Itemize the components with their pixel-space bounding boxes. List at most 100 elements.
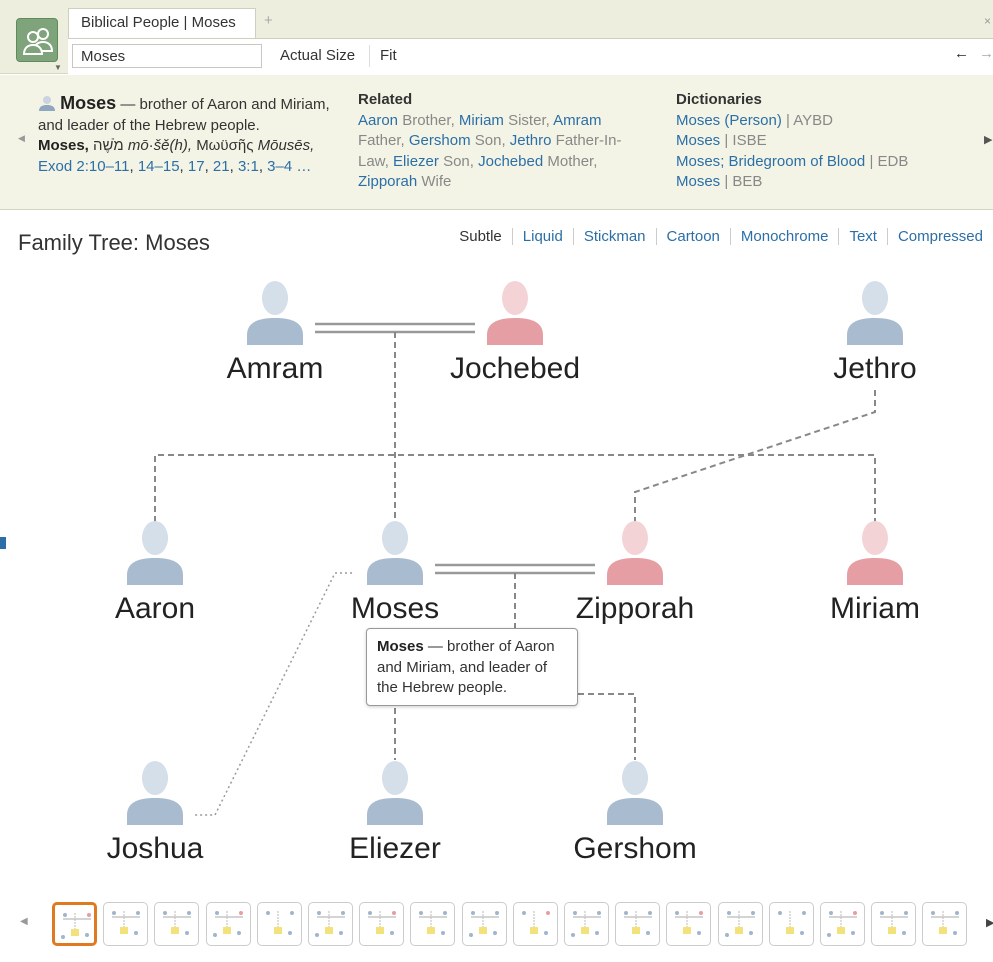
person-aaron[interactable]: Aaron	[115, 521, 195, 625]
related-link[interactable]: Miriam	[459, 112, 504, 129]
forward-arrow-icon[interactable]: →	[979, 45, 993, 62]
dictionary-link[interactable]: Moses	[676, 153, 720, 170]
info-prev-icon[interactable]: ◀	[18, 133, 25, 144]
family-tree-thumbnail[interactable]	[871, 902, 917, 946]
person-jethro[interactable]: Jethro	[833, 281, 917, 385]
close-tab-icon[interactable]: ×	[984, 14, 991, 28]
tab-title: Biblical People | Moses	[81, 14, 236, 31]
person-name: Gershom	[573, 832, 696, 865]
dictionary-source: EDB	[877, 152, 909, 170]
scripture-ref[interactable]: 14–15	[138, 158, 180, 175]
person-name: Eliezer	[349, 832, 441, 865]
person-gershom[interactable]: Gershom	[573, 761, 697, 865]
family-tree-thumbnail[interactable]	[154, 902, 200, 946]
family-tree-thumbnail[interactable]	[512, 902, 558, 946]
dictionary-link[interactable]: Bridegroom of Blood	[729, 153, 866, 170]
fit-button[interactable]: Fit	[380, 47, 397, 64]
person-name: Jochebed	[450, 352, 580, 385]
thumbnail-preview-icon	[571, 911, 601, 937]
male-person-icon	[367, 761, 423, 825]
related-section: Related Aaron Brother, Miriam Sister, Am…	[358, 90, 648, 193]
family-tree-thumbnail[interactable]	[666, 902, 712, 946]
person-miriam[interactable]: Miriam	[830, 521, 920, 625]
new-tab-button[interactable]: +	[264, 12, 273, 29]
info-next-icon[interactable]: ▶	[984, 133, 992, 146]
related-link[interactable]: Gershom	[409, 132, 471, 149]
person-amram[interactable]: Amram	[227, 281, 324, 385]
scripture-ref[interactable]: 3:1	[238, 158, 259, 175]
thumbnail-preview-icon	[61, 913, 91, 939]
family-tree-thumbnail[interactable]	[103, 902, 149, 946]
person-icon	[39, 96, 55, 111]
person-name: Jethro	[833, 352, 916, 385]
search-input[interactable]	[72, 44, 262, 68]
related-link[interactable]: Jethro	[510, 132, 552, 149]
male-person-icon	[367, 521, 423, 585]
hebrew-name: מֹשֶׁה	[93, 137, 124, 154]
related-relation: Mother	[547, 152, 594, 170]
related-link[interactable]: Aaron	[358, 112, 398, 129]
thumbnail-preview-icon	[777, 911, 806, 935]
greek-transliteration: Mōusēs,	[257, 137, 315, 154]
tree-connectors	[154, 322, 876, 816]
back-arrow-icon[interactable]: ←	[954, 45, 969, 62]
family-tree-thumbnail[interactable]	[461, 902, 507, 946]
scripture-book[interactable]: Exod	[38, 158, 72, 175]
summary-moses-label: Moses,	[38, 137, 89, 154]
family-tree-thumbnail[interactable]	[564, 902, 609, 946]
family-tree-thumbnail[interactable]	[359, 902, 405, 946]
scripture-ref[interactable]: 3–4 …	[267, 158, 311, 175]
family-tree-thumbnail[interactable]	[410, 902, 456, 946]
tooltip-name: Moses	[377, 638, 424, 655]
person-name: Zipporah	[576, 592, 694, 625]
family-tree-thumbnail[interactable]	[52, 902, 97, 946]
family-tree-thumbnail[interactable]	[820, 902, 865, 946]
family-tree-thumbnail[interactable]	[615, 902, 661, 946]
family-tree-thumbnail[interactable]	[768, 902, 814, 946]
male-person-icon	[247, 281, 303, 345]
person-name: Joshua	[107, 832, 204, 865]
thumbnails-next-icon[interactable]: ▶	[986, 916, 993, 929]
related-relation: Sister	[508, 111, 546, 129]
related-relation: Father	[358, 132, 401, 149]
tab-biblical-people[interactable]: Biblical People | Moses	[68, 8, 256, 38]
related-link[interactable]: Eliezer	[393, 153, 439, 170]
thumbnail-preview-icon	[468, 911, 499, 937]
family-tree-thumbnail[interactable]	[717, 902, 763, 946]
person-joshua[interactable]: Joshua	[107, 761, 204, 865]
related-link[interactable]: Amram	[553, 112, 601, 129]
person-moses[interactable]: Moses	[351, 521, 439, 625]
actual-size-button[interactable]: Actual Size	[280, 47, 355, 64]
dictionary-link[interactable]: Moses	[676, 132, 720, 149]
family-tree-thumbnail[interactable]	[308, 902, 353, 946]
person-summary: Moses — brother of Aaron and Miriam, and…	[38, 93, 330, 175]
male-person-icon	[847, 281, 903, 345]
family-tree-thumbnail[interactable]	[256, 902, 302, 946]
scripture-ref[interactable]: 21	[213, 158, 230, 175]
dictionary-source: ISBE	[732, 132, 767, 149]
family-tree-thumbnail[interactable]	[205, 902, 251, 946]
family-tree-thumbnail[interactable]	[922, 902, 968, 946]
related-link[interactable]: Jochebed	[478, 153, 543, 170]
dictionary-link[interactable]: Moses (Person)	[676, 112, 782, 129]
thumbnail-preview-icon	[265, 911, 294, 935]
thumbnails-prev-icon[interactable]: ◀	[20, 916, 28, 927]
person-name: Aaron	[115, 592, 195, 625]
thumbnail-preview-icon	[315, 911, 345, 937]
people-app-icon[interactable]	[16, 18, 58, 62]
person-eliezer[interactable]: Eliezer	[349, 761, 441, 865]
person-name: Moses	[351, 592, 439, 625]
male-person-icon	[607, 761, 663, 825]
scripture-ref[interactable]: 17	[188, 158, 205, 175]
scripture-ref[interactable]: 2:10–11	[76, 158, 129, 175]
family-tree: Amram Jochebed Jethro Aaron Moses Zippor…	[107, 281, 920, 865]
thumbnail-preview-icon	[163, 911, 192, 935]
hebrew-transliteration: mō·šě(h),	[127, 137, 193, 154]
related-link[interactable]: Zipporah	[358, 173, 417, 190]
dictionary-link[interactable]: Moses	[676, 173, 720, 190]
thumbnail-preview-icon	[624, 911, 653, 935]
thumbnail-preview-icon	[212, 911, 243, 937]
summary-name: Moses	[60, 93, 117, 113]
top-bar: ▼ Biblical People | Moses + × Actual Siz…	[0, 0, 993, 74]
app-menu-caret-icon[interactable]: ▼	[54, 63, 62, 72]
